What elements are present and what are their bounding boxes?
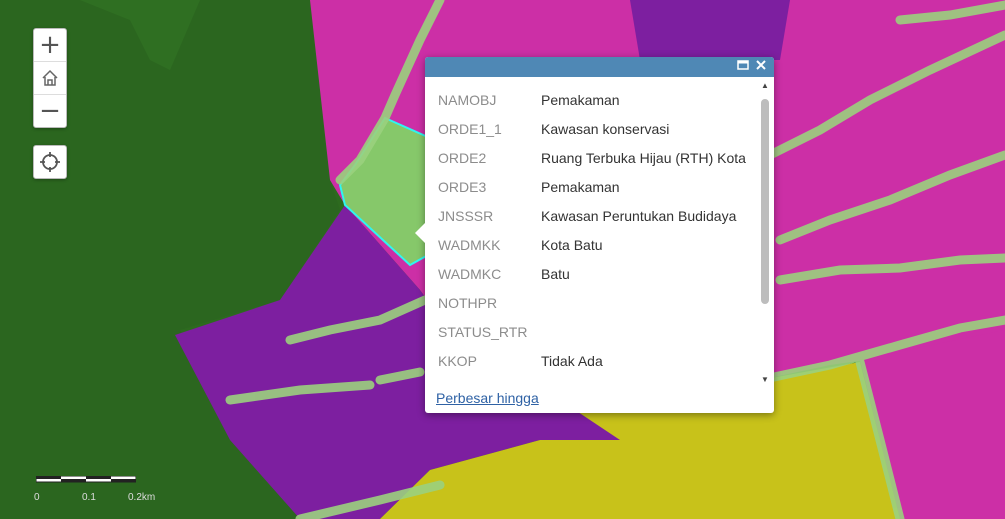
attribute-row: NOTHPR (438, 293, 758, 322)
scroll-down-arrow[interactable]: ▼ (759, 375, 771, 385)
attribute-value: Batu (541, 266, 570, 282)
attribute-key: WADMKK (438, 237, 501, 253)
attribute-key: KKOP (438, 353, 477, 369)
attribute-row: WADMKK Kota Batu (438, 235, 758, 264)
scale-label-2: 0.2km (128, 492, 156, 503)
attribute-value (541, 322, 758, 351)
scale-bar-graphic (35, 475, 137, 483)
attribute-key: NAMOBJ (438, 92, 497, 108)
attribute-value: Ruang Terbuka Hijau (RTH) Kota (541, 150, 746, 166)
close-button[interactable] (755, 58, 767, 76)
zoom-control: + − (33, 28, 67, 128)
attribute-key: WADMKC (438, 266, 502, 282)
attribute-row: STATUS_RTR (438, 322, 758, 351)
locate-icon (40, 152, 60, 172)
info-popup: NAMOBJ Pemakaman ORDE1_1 Kawasan konservasi… (415, 57, 774, 413)
maximize-button[interactable] (737, 58, 749, 76)
popup-scrollbar[interactable]: ▲ ▼ (759, 81, 771, 385)
scroll-up-arrow[interactable]: ▲ (759, 81, 771, 91)
attribute-row: KKOP Tidak Ada (438, 351, 758, 380)
attribute-key: STATUS_RTR (438, 324, 528, 340)
attribute-value: Tidak Ada (541, 353, 603, 369)
popup-header (425, 57, 774, 77)
attribute-table: NAMOBJ Pemakaman ORDE1_1 Kawasan konservasi… (438, 90, 758, 380)
zoom-out-button[interactable]: − (34, 95, 66, 127)
zoom-to-link[interactable]: Perbesar hingga (436, 390, 539, 406)
zoom-in-button[interactable]: + (34, 29, 66, 62)
attribute-key: JNSSSR (438, 208, 494, 224)
scroll-thumb[interactable] (761, 99, 769, 304)
attribute-row: NAMOBJ Pemakaman (438, 90, 758, 119)
attribute-value: Kawasan konservasi (541, 121, 670, 137)
attribute-row: WADMKC Batu (438, 264, 758, 293)
popup-content[interactable]: NAMOBJ Pemakaman ORDE1_1 Kawasan konservasi… (425, 77, 760, 387)
attribute-value: Kota Batu (541, 237, 603, 253)
close-icon (756, 60, 766, 70)
attribute-row: ORDE1_1 Kawasan konservasi (438, 119, 758, 148)
scale-label-0: 0 (34, 492, 40, 503)
locate-button[interactable] (33, 145, 67, 179)
attribute-row: ORDE2 Ruang Terbuka Hijau (RTH) Kota (438, 148, 758, 177)
attribute-key: NOTHPR (438, 295, 498, 311)
attribute-key: ORDE1_1 (438, 121, 502, 137)
attribute-row: JNSSSR Kawasan Peruntukan Budidaya (438, 206, 758, 235)
scale-label-1: 0.1 (82, 492, 96, 503)
scale-labels: 0 0.1 0.2km (34, 489, 155, 503)
attribute-key: ORDE2 (438, 150, 487, 166)
home-icon (42, 69, 58, 86)
attribute-value: Pemakaman (541, 92, 620, 108)
cultivation-zone-top (630, 0, 790, 60)
home-button[interactable] (34, 62, 66, 95)
attribute-key: ORDE3 (438, 179, 487, 195)
maximize-icon (737, 60, 749, 70)
scale-bar: 0 0.1 0.2km (34, 471, 155, 503)
attribute-value: Pemakaman (541, 179, 620, 195)
popup-pointer (415, 223, 425, 243)
attribute-value: Kawasan Peruntukan Budidaya (541, 208, 737, 224)
attribute-value (541, 293, 758, 322)
attribute-row: ORDE3 Pemakaman (438, 177, 758, 206)
